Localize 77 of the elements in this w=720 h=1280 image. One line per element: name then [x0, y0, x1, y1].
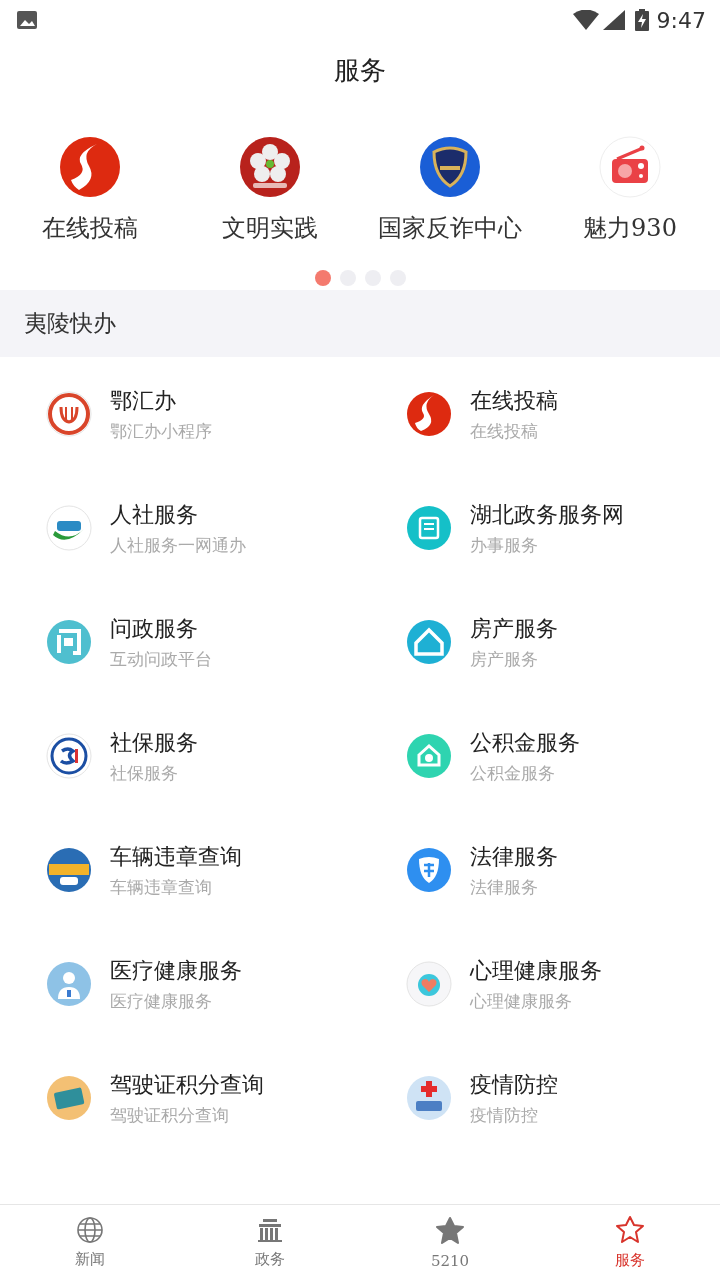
house-icon [406, 619, 452, 665]
service-subtitle: 驾驶证积分查询 [110, 1103, 230, 1127]
service-title: 房产服务 [470, 614, 558, 643]
medical-cross-icon [406, 1075, 452, 1121]
radio-icon[interactable] [599, 136, 661, 198]
shortcut-label[interactable]: 文明实践 [222, 212, 318, 244]
section-title: 夷陵快办 [24, 309, 116, 338]
building-icon [256, 1216, 284, 1244]
swirl-logo-icon[interactable] [59, 136, 121, 198]
service-item[interactable]: 鄂汇办 鄂汇办小程序 [0, 357, 360, 471]
service-item[interactable]: 社保服务 社保服务 [0, 699, 360, 813]
nav-tab[interactable]: 服务 [540, 1205, 720, 1280]
car-badge-icon [46, 847, 92, 893]
star-icon [615, 1215, 645, 1245]
service-subtitle: 互动问政平台 [110, 647, 212, 671]
service-subtitle: 鄂汇办小程序 [110, 419, 212, 443]
doctor-icon [46, 961, 92, 1007]
shortcut-label[interactable]: 国家反诈中心 [378, 212, 522, 244]
service-title: 社保服务 [110, 728, 198, 757]
service-item[interactable]: 湖北政务服务网 办事服务 [360, 471, 720, 585]
house-coin-icon [406, 733, 452, 779]
shield-icon [406, 847, 452, 893]
service-item[interactable]: 医疗健康服务 医疗健康服务 [0, 927, 360, 1041]
service-title: 心理健康服务 [470, 956, 602, 985]
image-icon [16, 10, 38, 30]
service-title: 问政服务 [110, 614, 199, 643]
service-subtitle: 车辆违章查询 [110, 875, 213, 899]
window-frame-icon [46, 619, 92, 665]
service-title: 车辆违章查询 [110, 842, 242, 871]
wifi-icon [572, 10, 599, 30]
service-title: 疫情防控 [470, 1070, 558, 1099]
globe-icon [76, 1216, 104, 1244]
service-title: 在线投稿 [470, 386, 558, 415]
service-subtitle: 疫情防控 [470, 1103, 539, 1127]
service-item[interactable]: 法律服务 法律服务 [360, 813, 720, 927]
license-card-icon [46, 1075, 92, 1121]
service-subtitle: 房产服务 [470, 647, 539, 671]
service-item[interactable]: 心理健康服务 心理健康服务 [360, 927, 720, 1041]
flower-logo-icon[interactable] [239, 136, 301, 198]
service-title: 驾驶证积分查询 [110, 1070, 264, 1099]
page-title: 服务 [334, 53, 386, 87]
service-item[interactable]: 驾驶证积分查询 驾驶证积分查询 [0, 1041, 360, 1155]
swirl-logo-icon [406, 391, 452, 437]
nav-tab[interactable]: 新闻 [0, 1205, 180, 1280]
lyre-logo-icon [46, 391, 92, 437]
service-subtitle: 社保服务 [110, 761, 179, 785]
service-subtitle: 在线投稿 [470, 419, 539, 443]
service-item[interactable]: 房产服务 房产服务 [360, 585, 720, 699]
clock-time: 9:47 [656, 7, 706, 33]
service-item[interactable]: 车辆违章查询 车辆违章查询 [0, 813, 360, 927]
shortcut-label[interactable]: 魅力930 [583, 212, 677, 244]
service-item[interactable]: 公积金服务 公积金服务 [360, 699, 720, 813]
service-item[interactable]: 问政服务 互动问政平台 [0, 585, 360, 699]
service-subtitle: 医疗健康服务 [110, 989, 213, 1013]
service-title: 人社服务 [110, 500, 199, 529]
service-title: 湖北政务服务网 [470, 500, 624, 529]
service-subtitle: 人社服务一网通办 [110, 533, 246, 557]
service-title: 鄂汇办 [110, 386, 177, 415]
swoosh-logo-icon [46, 505, 92, 551]
service-item[interactable]: 在线投稿 在线投稿 [360, 357, 720, 471]
service-subtitle: 办事服务 [470, 533, 539, 557]
shortcut-label[interactable]: 在线投稿 [42, 212, 138, 244]
service-title: 法律服务 [470, 842, 558, 871]
document-icon [406, 505, 452, 551]
emblem-icon [46, 733, 92, 779]
shield-badge-icon[interactable] [419, 136, 481, 198]
nav-tab[interactable]: 5210 [360, 1205, 540, 1280]
service-subtitle: 心理健康服务 [470, 989, 573, 1013]
service-item[interactable]: 人社服务 人社服务一网通办 [0, 471, 360, 585]
service-title: 公积金服务 [470, 728, 580, 757]
service-title: 医疗健康服务 [110, 956, 242, 985]
battery-icon [634, 9, 649, 31]
signal-icon [602, 10, 625, 30]
service-item[interactable]: 疫情防控 疫情防控 [360, 1041, 720, 1155]
service-subtitle: 公积金服务 [470, 761, 556, 785]
nav-tab[interactable]: 政务 [180, 1205, 360, 1280]
service-subtitle: 法律服务 [470, 875, 539, 899]
